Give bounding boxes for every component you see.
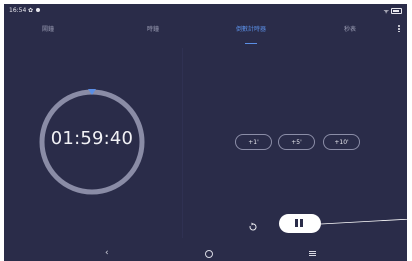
wifi-icon: ᯤ xyxy=(383,7,389,15)
tab-clock[interactable]: 時鐘 xyxy=(123,24,183,40)
add-1-minute-button[interactable]: +1' xyxy=(235,134,272,150)
tab-label: 鬧鐘 xyxy=(41,26,54,33)
home-icon[interactable] xyxy=(205,250,213,258)
tab-label: 時鐘 xyxy=(146,26,159,33)
status-time: 16:54 xyxy=(9,7,27,14)
back-icon[interactable]: ‹ xyxy=(105,248,109,258)
navigation-bar: ‹ xyxy=(4,244,407,261)
connector-line xyxy=(321,219,407,225)
tab-alarm[interactable]: 鬧鐘 xyxy=(18,24,78,40)
tab-label: 秒表 xyxy=(343,26,356,33)
gear-icon: ✿ xyxy=(28,6,34,14)
status-bar: 16:54 ✿ ᯤ xyxy=(4,4,407,17)
pause-button[interactable] xyxy=(279,214,321,233)
tab-bar: 鬧鐘 時鐘 倒數計時器 秒表 xyxy=(4,24,407,48)
reset-icon[interactable] xyxy=(248,217,258,231)
tab-label: 倒數計時器 xyxy=(235,26,266,33)
recents-icon[interactable] xyxy=(309,251,316,256)
timer-screen: 16:54 ✿ ᯤ 鬧鐘 時鐘 倒數計時器 秒表 01:59:40 +1' +5… xyxy=(4,4,407,261)
tab-stopwatch[interactable]: 秒表 xyxy=(320,24,380,40)
add-10-minutes-button[interactable]: +10' xyxy=(323,134,360,150)
notification-dot-icon xyxy=(36,8,40,12)
tab-timer[interactable]: 倒數計時器 xyxy=(221,24,281,44)
more-options-icon[interactable] xyxy=(398,25,401,35)
active-tab-indicator xyxy=(245,43,257,44)
add-time-row: +1' +5' +10' xyxy=(4,134,407,152)
battery-icon xyxy=(391,8,402,14)
add-5-minutes-button[interactable]: +5' xyxy=(278,134,315,150)
